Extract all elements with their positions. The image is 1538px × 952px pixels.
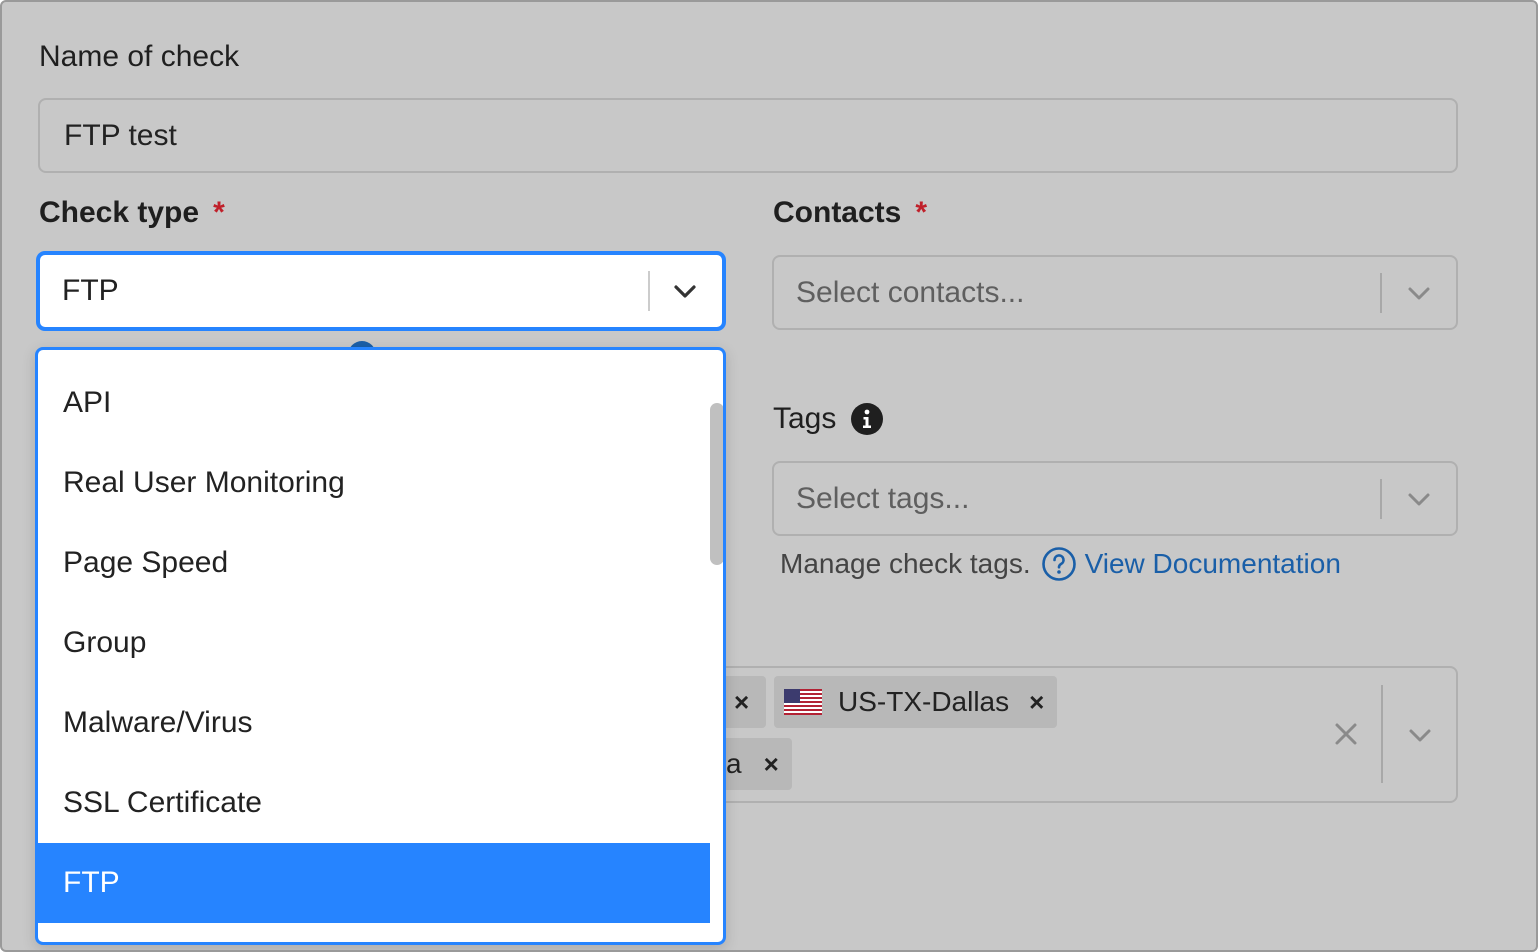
contacts-select[interactable]: Select contacts... <box>772 255 1458 330</box>
select-separator <box>1380 478 1382 519</box>
info-icon[interactable] <box>850 402 884 436</box>
menu-option-api[interactable]: API <box>38 363 710 443</box>
contacts-placeholder: Select contacts... <box>796 275 1025 309</box>
form-panel: Name of check FTP test Check type * FTP C… <box>0 0 1538 952</box>
tags-help-text: Manage check tags. <box>780 548 1031 579</box>
menu-option-page-speed[interactable]: Page Speed <box>38 523 710 603</box>
location-chip-label: US-TX-Dallas <box>838 686 1010 717</box>
tags-label: Tags <box>773 402 884 436</box>
menu-option-real-user-monitoring[interactable]: Real User Monitoring <box>38 443 710 523</box>
name-label: Name of check <box>39 40 240 73</box>
menu-option-ftp[interactable]: FTP <box>38 843 710 923</box>
view-documentation-link[interactable]: View Documentation <box>1085 548 1341 580</box>
chevron-down-icon[interactable] <box>1404 278 1434 308</box>
menu-option-group[interactable]: Group <box>38 603 710 683</box>
tags-help: Manage check tags. View Documentation <box>780 546 1341 582</box>
required-marker: * <box>213 196 225 229</box>
menu-scrollbar[interactable] <box>710 403 723 565</box>
select-separator <box>648 271 650 311</box>
tags-label-text: Tags <box>773 402 837 435</box>
remove-chip-icon[interactable]: × <box>764 749 779 780</box>
select-separator <box>1381 685 1383 783</box>
tags-select[interactable]: Select tags... <box>772 461 1458 536</box>
remove-chip-icon[interactable]: × <box>1029 687 1044 718</box>
check-type-menu: API Real User Monitoring Page Speed Grou… <box>35 347 726 945</box>
remove-chip-icon[interactable]: × <box>734 687 749 718</box>
check-type-label: Check type * <box>39 196 225 230</box>
chevron-down-icon[interactable] <box>670 276 700 306</box>
check-type-value: FTP <box>62 274 119 307</box>
name-input-value: FTP test <box>64 118 177 152</box>
clear-icon[interactable] <box>1332 720 1360 748</box>
contacts-label: Contacts * <box>773 196 927 230</box>
chevron-down-icon[interactable] <box>1405 720 1435 750</box>
contacts-label-text: Contacts <box>773 196 902 229</box>
select-separator <box>1380 272 1382 313</box>
required-marker: * <box>915 196 928 229</box>
location-chip: US-TX-Dallas × <box>774 676 1057 728</box>
help-circle-icon[interactable] <box>1041 546 1077 582</box>
check-type-select[interactable]: FTP <box>37 252 725 330</box>
us-flag-icon <box>784 689 822 715</box>
tags-placeholder: Select tags... <box>796 481 970 515</box>
check-type-label-text: Check type <box>39 196 200 229</box>
location-chip-label: a <box>726 748 742 779</box>
menu-option-malware-virus[interactable]: Malware/Virus <box>38 683 710 763</box>
name-input[interactable]: FTP test <box>38 98 1458 173</box>
chevron-down-icon[interactable] <box>1404 484 1434 514</box>
menu-option-ssl-certificate[interactable]: SSL Certificate <box>38 763 710 843</box>
